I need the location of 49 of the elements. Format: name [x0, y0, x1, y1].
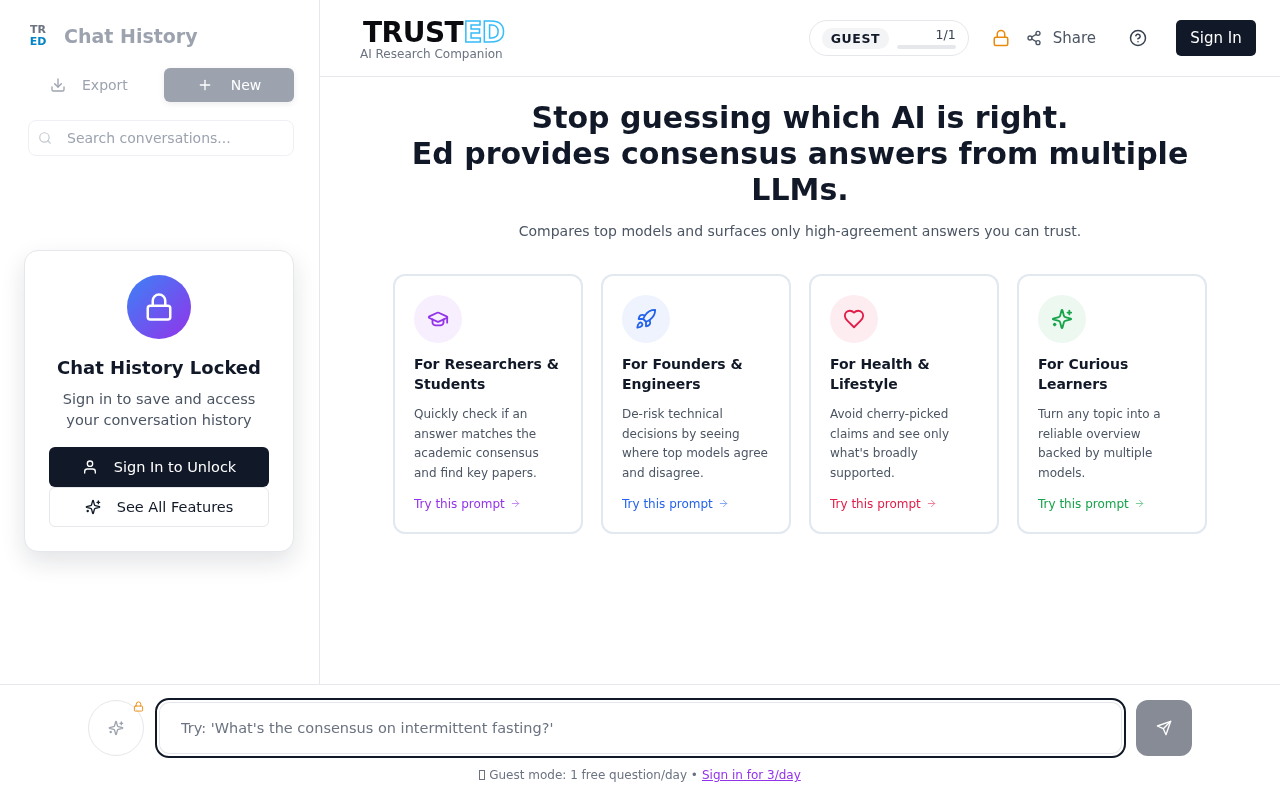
arrow-right-icon — [717, 498, 729, 510]
lock-icon — [133, 701, 144, 712]
download-icon — [50, 77, 66, 93]
card-description: Avoid cherry-picked claims and see only what's broadly supported. — [830, 406, 950, 483]
message-input[interactable]: Try: 'What's the consensus on intermittent fasting?' — [155, 698, 1126, 758]
try-prompt-link[interactable]: Try this prompt — [622, 493, 729, 514]
try-prompt-link[interactable]: Try this prompt — [414, 493, 521, 514]
try-prompt-link[interactable]: Try this prompt — [830, 493, 937, 514]
card-title: For Curious Learners — [1038, 355, 1130, 394]
logo-icon: TR ED — [26, 22, 50, 50]
share-icon — [1025, 30, 1042, 46]
arrow-right-icon — [1133, 498, 1145, 510]
user-icon — [81, 459, 98, 475]
sparkles-icon — [108, 720, 124, 736]
sidebar-title: Chat History — [64, 25, 198, 47]
logo: TRUSTED — [363, 19, 505, 47]
card-description: De-risk technical decisions by seeing where top models agree and disagree. — [622, 406, 769, 483]
card-title: For Founders & Engineers — [622, 355, 744, 394]
card-description: Quickly check if an answer matches the academic consensus and find key papers. — [414, 406, 540, 483]
help-icon[interactable] — [1129, 29, 1147, 47]
guest-badge: GUEST — [821, 27, 890, 49]
card-title: For Researchers & Students — [414, 355, 560, 394]
features-button[interactable]: See All Features — [49, 487, 269, 527]
search-field[interactable]: Search conversations... — [28, 120, 294, 156]
hero-subtitle: Compares top models and surfaces only high-agreement answers you can trust. — [518, 222, 1082, 241]
rocket-icon — [622, 295, 670, 343]
locked-title: Chat History Locked — [57, 356, 261, 380]
sign-in-link[interactable]: Sign in for 3/day — [701, 767, 801, 783]
sparkles-icon — [84, 499, 101, 515]
arrow-right-icon — [509, 498, 521, 510]
try-prompt-link[interactable]: Try this prompt — [1038, 493, 1145, 514]
sign-in-button[interactable]: Sign In — [1176, 20, 1256, 56]
enhance-button[interactable] — [88, 700, 144, 756]
arrow-right-icon — [925, 498, 937, 510]
share-button[interactable]: Share — [1025, 23, 1096, 53]
graduation-cap-icon — [414, 295, 462, 343]
usage-count: 1/1 — [935, 27, 956, 42]
sign-in-unlock-button[interactable]: Sign In to Unlock — [49, 447, 269, 487]
guest-note: Guest mode: 1 free question/day • — [489, 767, 698, 783]
send-button[interactable] — [1136, 700, 1192, 756]
card-title: For Health & Lifestyle — [830, 355, 931, 394]
lock-icon[interactable] — [991, 29, 1010, 47]
card-description: Turn any topic into a reliable overview backed by multiple models. — [1038, 406, 1162, 483]
locked-description: Sign in to save and access your conversation history — [61, 390, 257, 430]
hero-heading: Stop guessing which AI is right. Ed provides consensus answers from multiple LLMs. — [410, 100, 1190, 208]
tagline: AI Research Companion — [360, 47, 503, 61]
glyph-box-icon — [479, 770, 486, 780]
send-icon — [1156, 720, 1172, 736]
sparkles-icon — [1038, 295, 1086, 343]
